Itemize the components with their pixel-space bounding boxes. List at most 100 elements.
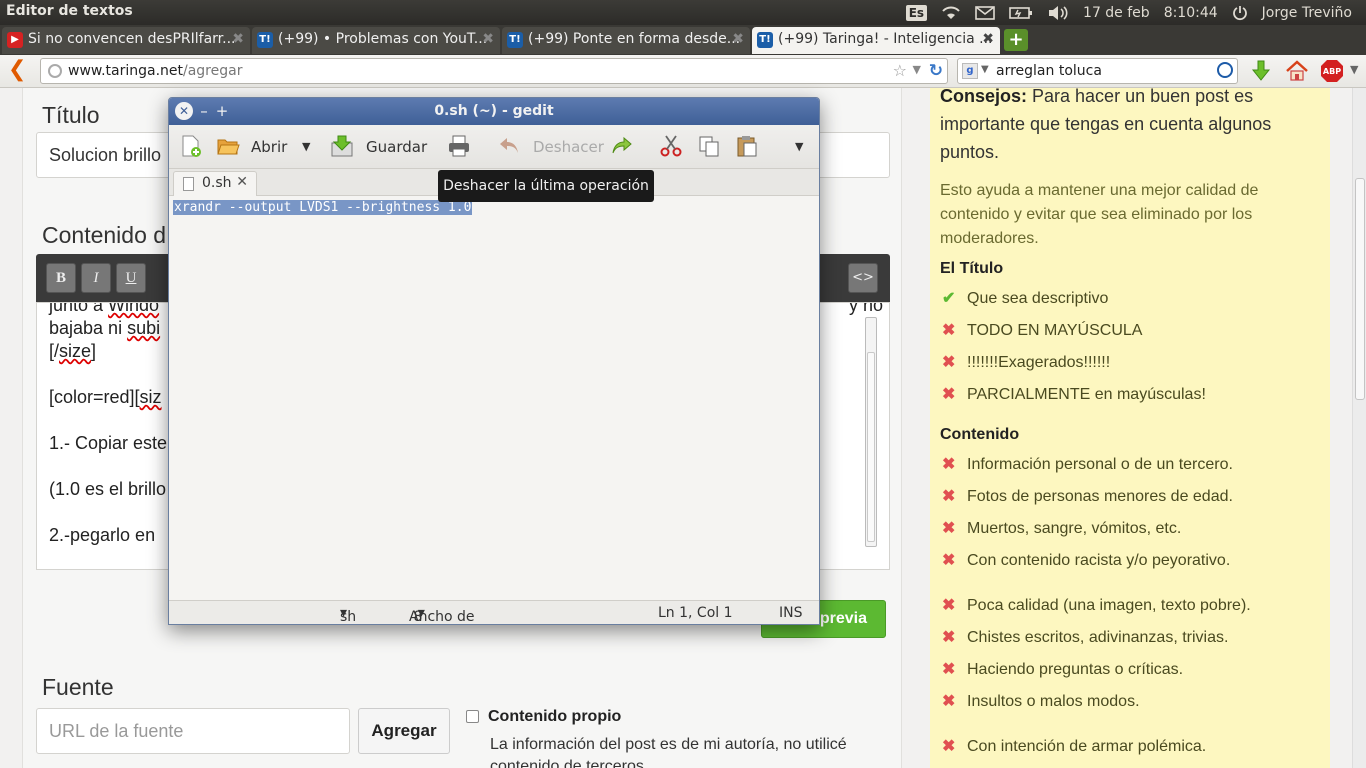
- tab-label: 0.sh: [202, 175, 232, 191]
- url-host: www.taringa.net: [68, 63, 183, 79]
- paste-icon[interactable]: [735, 134, 759, 158]
- download-icon[interactable]: [1249, 59, 1273, 83]
- language-selector[interactable]: sh ▾: [340, 605, 356, 624]
- battery-icon[interactable]: [1009, 6, 1033, 20]
- scrollbar-thumb[interactable]: [1355, 178, 1365, 400]
- code-view-button[interactable]: <>: [848, 263, 878, 293]
- tip-item: ✖ Chistes escritos, adivinanzas, trivias.: [942, 629, 1229, 646]
- save-icon[interactable]: [330, 134, 354, 158]
- italic-button[interactable]: I: [81, 263, 111, 293]
- tip-item: ✖ Poca calidad (una imagen, texto pobre).: [942, 597, 1251, 614]
- reload-icon[interactable]: ↻: [929, 61, 943, 81]
- chevron-down-icon[interactable]: ▼: [913, 63, 921, 76]
- chevron-down-icon[interactable]: ▼: [1350, 63, 1358, 76]
- google-icon[interactable]: g: [962, 63, 978, 79]
- window-title: 0.sh (~) - gedit: [169, 98, 819, 125]
- redo-icon[interactable]: [610, 134, 634, 158]
- url-path: /agregar: [183, 63, 243, 79]
- title-heading: Título: [42, 102, 100, 128]
- open-button[interactable]: Abrir: [251, 135, 287, 159]
- power-icon[interactable]: [1232, 5, 1248, 21]
- own-content-checkbox[interactable]: [466, 710, 479, 723]
- close-icon[interactable]: ✖: [482, 31, 494, 47]
- new-tab-button[interactable]: +: [1004, 29, 1028, 51]
- editor-line: [/size]: [49, 341, 97, 361]
- print-icon[interactable]: [447, 134, 471, 158]
- cross-icon: ✖: [942, 629, 956, 646]
- new-document-icon[interactable]: [179, 134, 203, 158]
- clock[interactable]: 8:10:44: [1164, 5, 1218, 21]
- close-icon[interactable]: ✕: [236, 174, 248, 190]
- cursor-position: Ln 1, Col 1: [658, 605, 733, 621]
- tip-item: ✔ Que sea descriptivo: [942, 290, 1109, 307]
- browser-tab-active[interactable]: T! (+99) Taringa! - Inteligencia ... ✖: [752, 27, 1000, 54]
- tips-subtitle: Esto ayuda a mantener una mejor calidad …: [940, 182, 1259, 247]
- document-icon: [183, 177, 194, 191]
- mail-icon[interactable]: [975, 5, 995, 20]
- keyboard-indicator[interactable]: Es: [905, 4, 928, 21]
- close-icon[interactable]: ✖: [732, 31, 744, 47]
- adblock-plus-icon[interactable]: ABP: [1320, 59, 1344, 83]
- open-folder-icon[interactable]: [216, 134, 240, 158]
- tab-width-selector[interactable]: Ancho de la tabulación: 8 ▾: [409, 605, 475, 624]
- cross-icon: ✖: [942, 597, 956, 614]
- editor-line: junto a Windo: [49, 302, 160, 315]
- close-icon[interactable]: ✖: [982, 31, 994, 47]
- taringa-icon: T!: [257, 32, 273, 48]
- copy-icon[interactable]: [697, 134, 721, 158]
- editor-line: [color=red][siz: [49, 387, 162, 407]
- date[interactable]: 17 de feb: [1083, 5, 1150, 21]
- tips-content-section: Contenido: [940, 426, 1020, 443]
- volume-icon[interactable]: [1047, 5, 1069, 21]
- text-area[interactable]: xrandr --output LVDS1 --brightness 1.0: [169, 196, 819, 600]
- document-tab[interactable]: 0.sh ✕: [173, 171, 257, 196]
- editor-line: bajaba ni subi: [49, 318, 161, 338]
- underline-button[interactable]: U: [116, 263, 146, 293]
- editor-line-tail: y no: [849, 302, 884, 315]
- taringa-icon: T!: [757, 32, 773, 48]
- close-icon[interactable]: ✕: [175, 102, 193, 120]
- search-bar[interactable]: g ▼ arreglan toluca: [957, 58, 1238, 84]
- browser-tab[interactable]: T! (+99) • Problemas con YouT... ✖: [252, 27, 500, 54]
- cut-icon[interactable]: [659, 134, 683, 158]
- url-bar[interactable]: www.taringa.net/agregar ☆ ▼ ↻: [40, 58, 948, 84]
- check-icon: ✔: [942, 290, 956, 307]
- bookmark-star-icon[interactable]: ☆: [893, 61, 907, 80]
- browser-tab[interactable]: ▶ Si no convencen desPRIlfarr... ✖: [2, 27, 250, 54]
- bold-button[interactable]: B: [46, 263, 76, 293]
- wifi-icon[interactable]: [941, 5, 961, 21]
- page-scrollbar[interactable]: [1352, 88, 1366, 768]
- minimize-icon[interactable]: –: [195, 102, 213, 120]
- add-source-button[interactable]: Agregar: [358, 708, 450, 754]
- tip-item: ✖ Con contenido racista y/o peyorativo.: [942, 552, 1231, 569]
- tip-item: ✖ !!!!!!!Exagerados!!!!!!: [942, 354, 1111, 371]
- user-name[interactable]: Jorge Treviño: [1262, 5, 1352, 21]
- undo-tooltip: Deshacer la última operación: [438, 170, 654, 202]
- save-button[interactable]: Guardar: [366, 135, 427, 159]
- browser-tab[interactable]: T! (+99) Ponte en forma desde... ✖: [502, 27, 750, 54]
- editor-line: 1.- Copiar este: [49, 433, 168, 453]
- close-icon[interactable]: ✖: [232, 31, 244, 47]
- svg-text:ABP: ABP: [1323, 67, 1341, 76]
- cross-icon: ✖: [942, 456, 956, 473]
- own-content-label: Contenido propio: [488, 708, 622, 725]
- undo-button[interactable]: Deshacer: [533, 135, 604, 159]
- back-button[interactable]: ❮: [8, 59, 30, 83]
- undo-icon[interactable]: [497, 134, 521, 158]
- chevron-down-icon[interactable]: ▼: [795, 135, 803, 159]
- editor-scrollbar[interactable]: [865, 317, 877, 547]
- content-heading: Contenido d: [42, 222, 167, 248]
- tip-item: ✖ Haciendo preguntas o críticas.: [942, 661, 1184, 678]
- tips-title-section: El Título: [940, 260, 1004, 277]
- chevron-down-icon[interactable]: ▼: [302, 135, 310, 159]
- source-url-input[interactable]: URL de la fuente: [36, 708, 350, 754]
- home-icon[interactable]: [1285, 59, 1309, 83]
- cross-icon: ✖: [942, 552, 956, 569]
- chevron-down-icon[interactable]: ▼: [981, 64, 989, 75]
- tips-intro: Consejos: Para hacer un buen post es imp…: [940, 88, 1272, 162]
- cross-icon: ✖: [942, 354, 956, 371]
- search-icon[interactable]: [1217, 62, 1233, 78]
- maximize-icon[interactable]: +: [213, 102, 231, 120]
- tab-label: (+99) • Problemas con YouT...: [278, 31, 488, 47]
- scrollbar-thumb[interactable]: [867, 352, 875, 542]
